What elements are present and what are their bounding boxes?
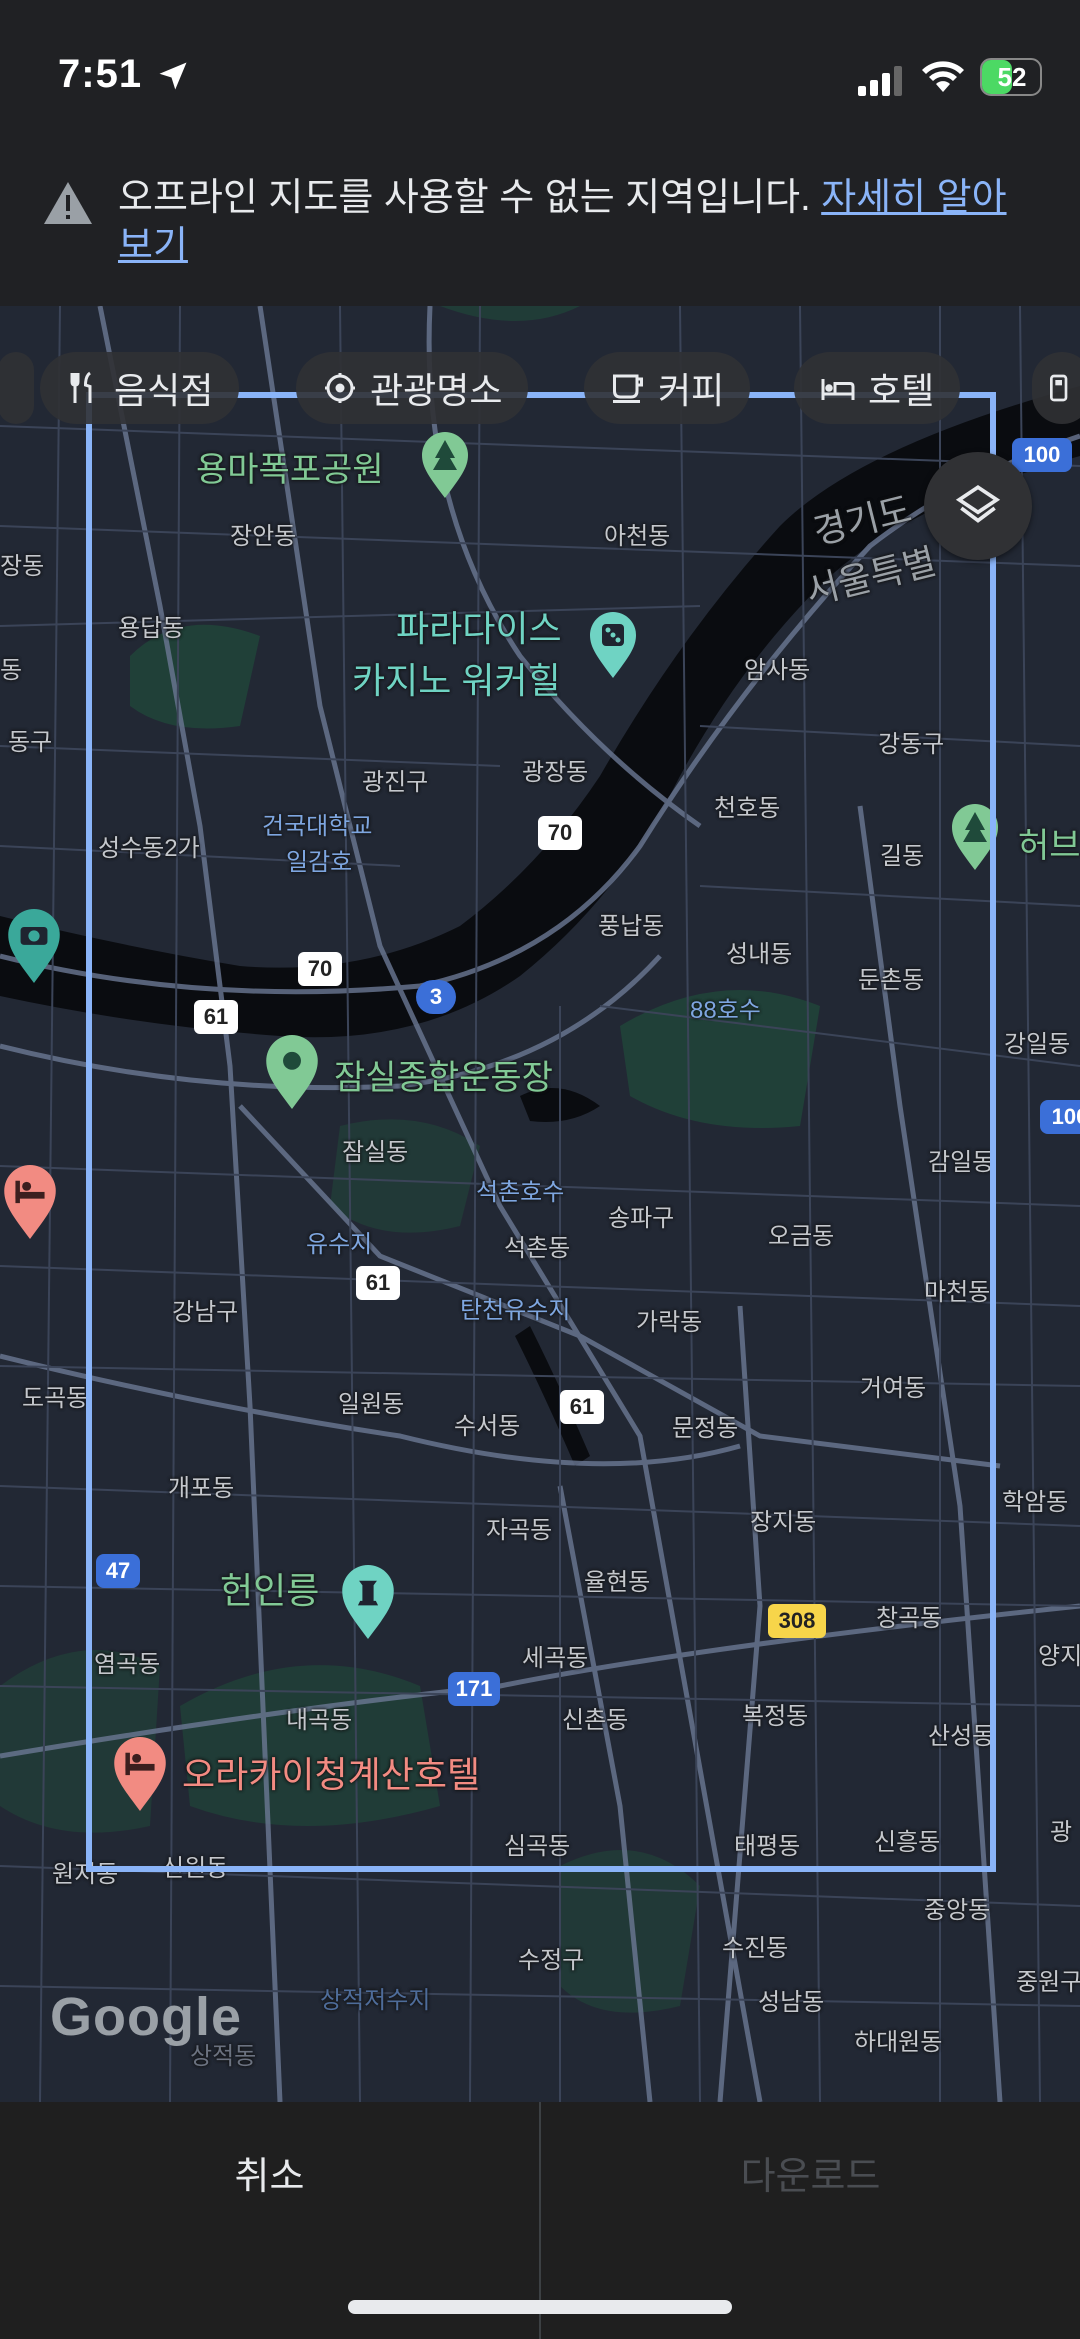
banner-message-text: 오프라인 지도를 사용할 수 없는 지역입니다.	[118, 177, 822, 219]
chip-partial[interactable]	[0, 352, 34, 424]
offline-warning-banner: 오프라인 지도를 사용할 수 없는 지역입니다. 자세히 알아보기	[0, 150, 1080, 306]
attraction-icon	[325, 373, 355, 403]
place-label: 하대원동	[854, 2029, 943, 2056]
layers-icon	[955, 484, 1001, 523]
hotel-pin-icon[interactable]	[2, 1162, 58, 1242]
chip-attractions[interactable]: 관광명소	[296, 352, 529, 424]
download-area-frame[interactable]	[86, 392, 996, 1872]
route-shield: 100	[1012, 438, 1072, 472]
cellular-signal-icon	[858, 66, 902, 96]
place-label: 중원구	[1016, 1969, 1080, 1996]
coffee-icon	[613, 374, 643, 403]
google-logo: Google	[50, 1987, 242, 2047]
chip-coffee[interactable]: 커피	[584, 352, 751, 424]
warning-icon	[44, 182, 92, 224]
chip-gas[interactable]	[1032, 352, 1080, 424]
photo-spot-pin-icon[interactable]	[6, 906, 62, 986]
location-arrow-icon	[159, 62, 187, 90]
place-label: 장동	[0, 553, 45, 580]
home-indicator[interactable]	[348, 2300, 732, 2314]
status-time: 7:51	[58, 52, 143, 96]
route-shield: 100	[1040, 1100, 1080, 1134]
chip-label: 호텔	[868, 370, 935, 411]
chip-restaurants[interactable]: 음식점	[40, 352, 240, 424]
chip-hotels[interactable]: 호텔	[794, 352, 961, 424]
category-chips: 음식점 관광명소 커피 호텔	[0, 352, 1080, 424]
download-button[interactable]: 다운로드	[541, 2102, 1080, 2242]
place-label: 수정구	[518, 1947, 585, 1974]
place-label: 양지	[1038, 1643, 1080, 1670]
map-view[interactable]: 용마폭포공원 장안동 아천동 경기도 서울특별 용답동 파라다이스 카지노 워커…	[0, 306, 1080, 2102]
battery-percent: 52	[997, 62, 1027, 92]
restaurant-icon	[70, 371, 92, 403]
chip-label: 커피	[658, 370, 725, 411]
place-label: 광	[1050, 1819, 1073, 1846]
wifi-icon	[922, 61, 964, 92]
place-label: 학암동	[1002, 1489, 1069, 1516]
place-label: 동	[0, 657, 23, 684]
place-label: 성남동	[758, 1989, 825, 2016]
place-label: 상적저수지	[320, 1987, 431, 2014]
map-layers-button[interactable]	[924, 452, 1032, 560]
place-label: 도곡동	[22, 1385, 89, 1412]
place-label[interactable]: 허브	[1018, 818, 1080, 867]
battery-indicator: 52	[980, 58, 1046, 96]
gas-station-icon	[1050, 374, 1068, 402]
cancel-button[interactable]: 취소	[0, 2102, 539, 2242]
place-label: 수진동	[722, 1935, 789, 1962]
hotel-icon	[821, 379, 855, 400]
status-bar: 7:51 52	[0, 0, 1080, 150]
place-label: 강일동	[1004, 1031, 1071, 1058]
place-label: 동구	[8, 729, 53, 756]
banner-message: 오프라인 지도를 사용할 수 없는 지역입니다. 자세히 알아보기	[118, 174, 1038, 270]
chip-label: 음식점	[114, 370, 214, 411]
chip-label: 관광명소	[370, 370, 503, 411]
place-label: 중앙동	[924, 1897, 991, 1924]
